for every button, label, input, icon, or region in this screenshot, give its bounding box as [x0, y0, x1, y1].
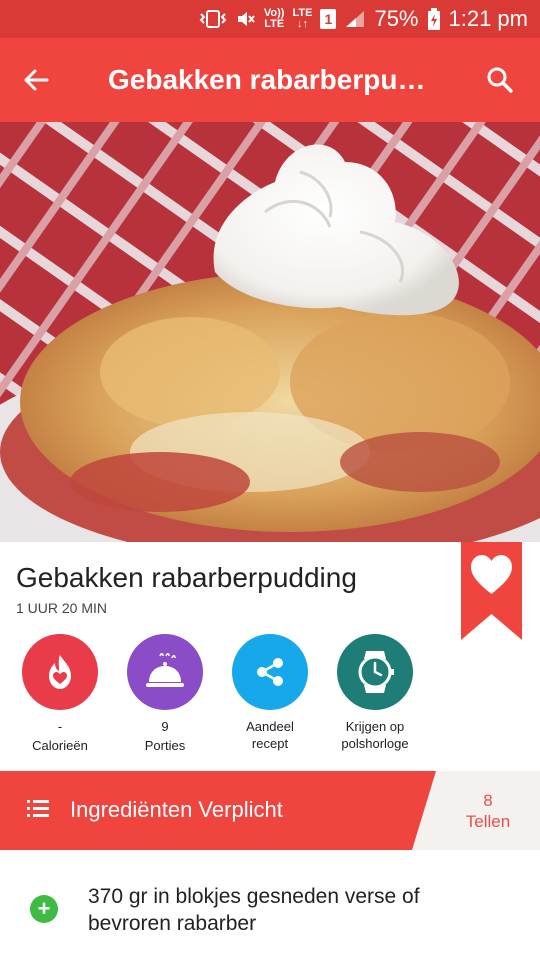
battery-percent: 75% [374, 6, 419, 31]
recipe-photo [0, 122, 540, 542]
arrow-left-icon [24, 69, 49, 91]
list-item: + 370 gr in blokjes gesneden verse of be… [0, 850, 540, 960]
recipe-actions: - Calorieën 9 Porties Aandeel recept Kri… [0, 634, 540, 764]
flame-heart-icon [49, 655, 71, 689]
recipe-duration: 1 UUR 20 MIN [16, 600, 108, 616]
servings-button[interactable]: 9 Porties [110, 634, 220, 754]
status-bar: Vo)) LTE LTE ↓↑ 1 75% 1:21 pm [0, 0, 540, 38]
calories-value: - [57, 719, 63, 734]
calories-label: Calorieën [32, 738, 88, 753]
clock: 1:21 pm [448, 6, 529, 31]
network-type-indicator: LTE ↓↑ [292, 7, 313, 30]
favorite-bookmark-button[interactable] [461, 542, 522, 640]
servings-value: 9 [161, 719, 169, 734]
ingredients-count: 8 Tellen [436, 790, 540, 832]
watch-icon-circle [337, 634, 413, 710]
ingredient-text: 370 gr in blokjes gesneden verse of bevr… [88, 885, 420, 935]
add-ingredient-button[interactable]: + [30, 895, 58, 923]
watch-icon [358, 651, 394, 693]
ingredients-count-value: 8 [483, 791, 493, 810]
ingredients-label: Ingrediënten Verplicht [70, 797, 283, 822]
watch-label-line2: polshorloge [341, 736, 409, 751]
calories-icon-circle [22, 634, 98, 710]
ingredients-tab[interactable]: Ingrediënten Verplicht [0, 771, 436, 850]
ingredients-header: Ingrediënten Verplicht 8 Tellen [0, 771, 540, 850]
recipe-card: Gebakken rabarberpudding 1 UUR 20 MIN - … [0, 542, 540, 772]
plus-icon: + [37, 896, 51, 921]
list-icon [27, 800, 49, 817]
share-label-line2: recept [251, 736, 289, 751]
volte-indicator: Vo)) LTE [263, 7, 285, 30]
recipe-title: Gebakken rabarberpudding [16, 562, 357, 593]
vibrate-icon [198, 8, 228, 30]
cloche-icon [146, 653, 184, 687]
servings-icon-circle [127, 634, 203, 710]
share-icon [257, 658, 283, 686]
sim-slot-badge: 1 [320, 9, 337, 29]
ingredients-count-label: Tellen [465, 812, 511, 831]
watch-label-line1: Krijgen op [345, 719, 405, 734]
mute-icon [236, 9, 256, 29]
search-button[interactable] [460, 38, 540, 122]
servings-label: Porties [144, 738, 186, 753]
share-icon-circle [232, 634, 308, 710]
send-to-watch-button[interactable]: Krijgen op polshorloge [320, 634, 430, 752]
calories-button[interactable]: - Calorieën [5, 634, 115, 754]
search-icon [487, 67, 513, 93]
page-title: Gebakken rabarberpudding [108, 64, 460, 95]
battery-charging-icon [427, 8, 441, 30]
back-button[interactable] [0, 38, 72, 122]
app-bar: Gebakken rabarberpudding [0, 38, 540, 122]
signal-icon [344, 9, 366, 29]
share-recipe-button[interactable]: Aandeel recept [215, 634, 325, 752]
share-label-line1: Aandeel [246, 719, 294, 734]
